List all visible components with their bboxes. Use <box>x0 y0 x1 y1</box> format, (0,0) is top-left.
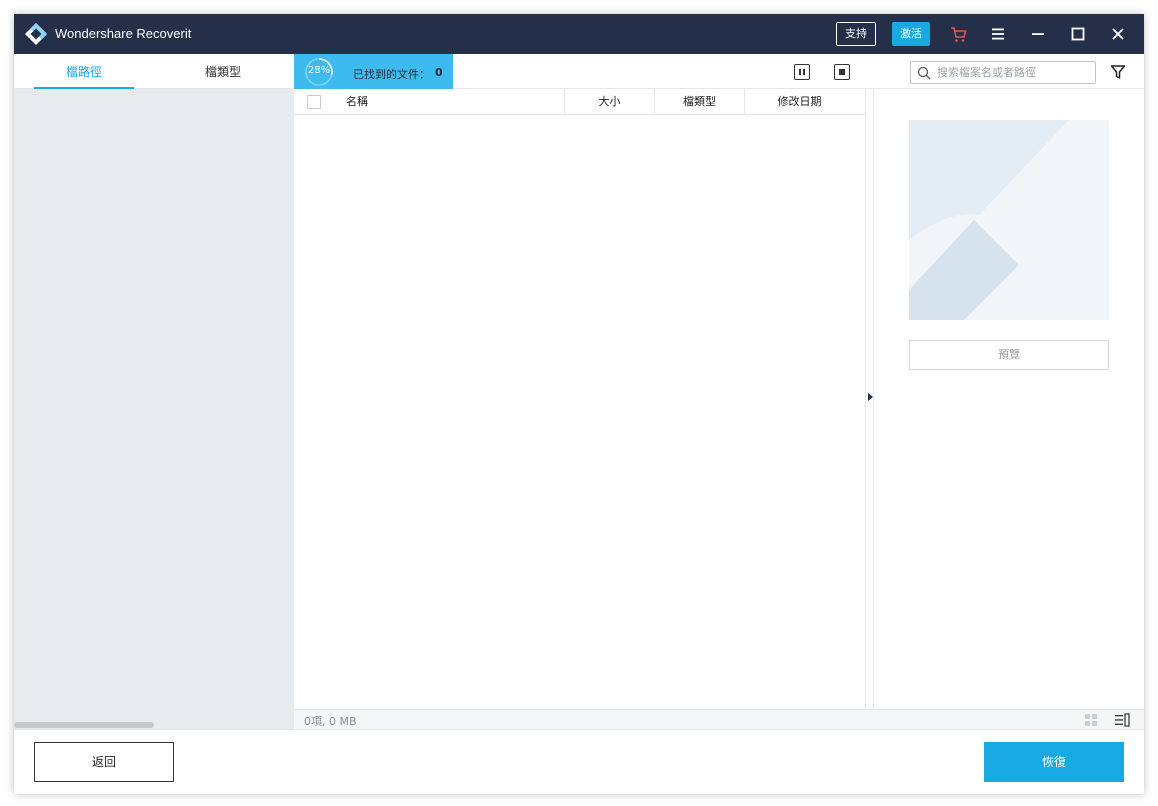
app-window: Wondershare Recoverit 支持 激活 檔路徑 檔類型 28% … <box>14 14 1144 794</box>
minimize-icon[interactable] <box>1026 22 1050 46</box>
tab-file-path[interactable]: 檔路徑 <box>34 54 134 89</box>
support-button[interactable]: 支持 <box>836 22 876 46</box>
found-files-label: 已找到的文件： <box>353 68 430 81</box>
filter-icon[interactable] <box>1110 64 1126 80</box>
select-all-checkbox[interactable] <box>307 95 321 109</box>
stop-scan-button[interactable] <box>834 64 850 80</box>
recover-button[interactable]: 恢復 <box>984 742 1124 782</box>
scan-progress-panel: 28% 已找到的文件： 0 <box>294 54 453 89</box>
sidebar-horizontal-scrollbar[interactable] <box>14 722 154 728</box>
preview-panel: 預覽 <box>874 89 1144 709</box>
grid-view-icon[interactable] <box>1084 713 1098 727</box>
pause-scan-button[interactable] <box>794 64 810 80</box>
tab-file-type[interactable]: 檔類型 <box>174 54 272 89</box>
preview-button[interactable]: 預覽 <box>909 340 1109 370</box>
column-header-name[interactable]: 名稱 <box>346 89 368 115</box>
file-list: 名稱 大小 檔類型 修改日期 <box>294 89 865 709</box>
collapse-arrow-icon <box>868 393 873 401</box>
maximize-icon[interactable] <box>1066 22 1090 46</box>
found-files-count: 0 <box>435 66 443 79</box>
recoverit-logo-icon <box>25 23 47 45</box>
progress-percent: 28% <box>307 65 331 76</box>
close-icon[interactable] <box>1106 22 1130 46</box>
menu-icon[interactable] <box>986 22 1010 46</box>
cart-icon[interactable] <box>946 22 970 46</box>
sidebar-tabs: 檔路徑 檔類型 <box>14 54 294 89</box>
column-header-type[interactable]: 檔類型 <box>654 89 744 115</box>
file-list-header: 名稱 大小 檔類型 修改日期 <box>294 89 865 115</box>
status-summary: 0項, 0 MB <box>304 715 357 728</box>
preview-placeholder-image <box>909 120 1109 320</box>
app-title: Wondershare Recoverit <box>55 26 192 41</box>
activate-button[interactable]: 激活 <box>892 22 930 46</box>
back-button[interactable]: 返回 <box>34 742 174 782</box>
column-header-modified-date[interactable]: 修改日期 <box>744 89 854 115</box>
sidebar: 檔路徑 檔類型 <box>14 54 294 729</box>
status-bar: 0項, 0 MB <box>294 709 1144 729</box>
list-view-icon[interactable] <box>1114 713 1130 727</box>
footer: 返回 恢復 <box>14 729 1144 794</box>
title-bar: Wondershare Recoverit 支持 激活 <box>14 14 1144 54</box>
column-header-size[interactable]: 大小 <box>564 89 654 115</box>
search-input[interactable] <box>937 63 1093 82</box>
search-icon <box>917 66 931 80</box>
search-box <box>910 61 1096 84</box>
preview-collapse-handle[interactable] <box>865 89 874 709</box>
